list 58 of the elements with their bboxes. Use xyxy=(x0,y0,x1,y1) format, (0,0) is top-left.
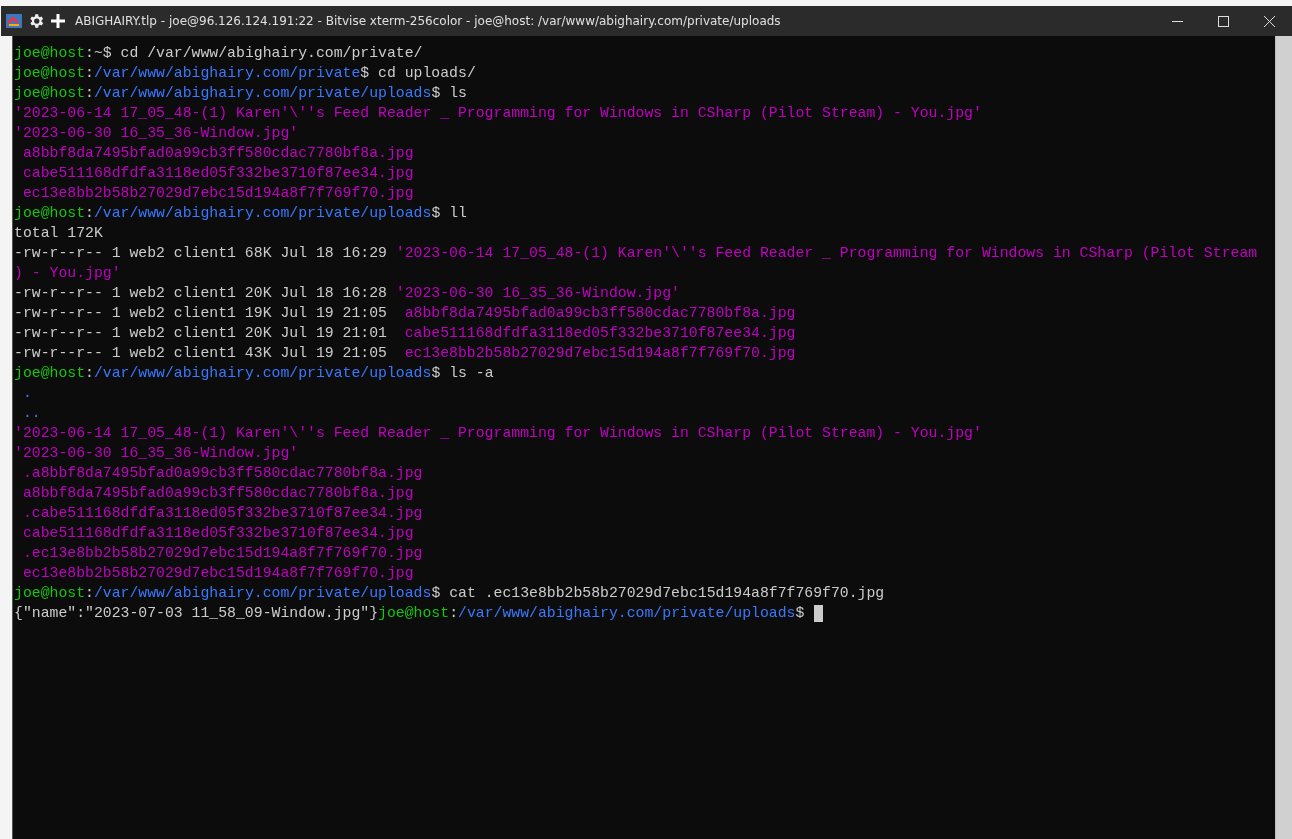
output-text: -rw-r--r-- 1 web2 client1 20K Jul 18 16:28 xyxy=(14,284,388,303)
prompt-path: .. xyxy=(21,404,41,423)
output-text: -rw-r--r-- 1 web2 client1 19K Jul 19 21:05 xyxy=(14,304,388,323)
output-text: : xyxy=(449,604,458,623)
file-name: a8bbf8da7495bfad0a99cb3ff580cdac7780bf8a.jpg xyxy=(21,144,414,163)
output-text: $ ll xyxy=(431,204,467,223)
output-text: :~$ cd /var/www/abighairy.com/private/ xyxy=(85,44,423,63)
output-text: : xyxy=(85,84,94,103)
output-text: {"name":"2023-07-03 11_58_09-Window.jpg"} xyxy=(14,604,379,623)
file-name: cabe511168dfdfa3118ed05f332be3710f87ee34.jpg xyxy=(21,524,414,543)
prompt-user: joe@host xyxy=(14,44,86,63)
file-name: a8bbf8da7495bfad0a99cb3ff580cdac7780bf8a.jpg xyxy=(403,304,796,323)
file-name: '2023-06-30 16_35_36-Window.jpg' xyxy=(14,124,299,143)
prompt-user: joe@host xyxy=(14,364,86,383)
output-text: : xyxy=(85,204,94,223)
prompt-path: /var/www/abighairy.com/private/uploads xyxy=(93,204,432,223)
prompt-path: /var/www/abighairy.com/private xyxy=(93,64,361,83)
file-name: '2023-06-14 17_05_48-(1) Karen'\''s Feed Reader _ Programming for Windows in CSharp (Pilot Stream) - You.jpg' xyxy=(14,424,982,443)
file-name: ec13e8bb2b58b27029d7ebc15d194a8f7f769f70.jpg xyxy=(403,344,796,363)
output-text: -rw-r--r-- 1 web2 client1 20K Jul 19 21:01 xyxy=(14,324,388,343)
file-name: '2023-06-30 16_35_36-Window.jpg' xyxy=(14,444,299,463)
file-name: cabe511168dfdfa3118ed05f332be3710f87ee34.jpg xyxy=(403,324,796,343)
prompt-user: joe@host xyxy=(14,584,86,603)
prompt-path: /var/www/abighairy.com/private/uploads xyxy=(93,584,432,603)
prompt-path: /var/www/abighairy.com/private/uploads xyxy=(93,364,432,383)
output-text: $ ls -a xyxy=(431,364,494,383)
prompt-path: /var/www/abighairy.com/private/uploads xyxy=(458,604,796,623)
file-name: '2023-06-30 16_35_36-Window.jpg' xyxy=(395,284,680,303)
window-title: ABIGHAIRY.tlp - joe@96.126.124.191:22 - Bitvise xterm-256color - joe@host: /var/www/abighairy.com/private/uploads xyxy=(75,14,782,28)
output-text: -rw-r--r-- 1 web2 client1 43K Jul 19 21:05 xyxy=(14,344,388,363)
file-name: a8bbf8da7495bfad0a99cb3ff580cdac7780bf8a.jpg xyxy=(21,484,414,503)
file-name: ec13e8bb2b58b27029d7ebc15d194a8f7f769f70.jpg xyxy=(21,184,414,203)
prompt-user: joe@host xyxy=(378,604,450,623)
output-text: : xyxy=(85,364,94,383)
output-text: -rw-r--r-- 1 web2 client1 68K Jul 18 16:29 xyxy=(14,244,388,263)
file-name: .a8bbf8da7495bfad0a99cb3ff580cdac7780bf8a.jpg xyxy=(21,464,423,483)
file-name: ) - You.jpg' xyxy=(14,264,121,283)
file-name: '2023-06-14 17_05_48-(1) Karen'\''s Feed Reader _ Programming for Windows in CSharp (Pilot Stream) - You.jpg' xyxy=(14,104,982,123)
output-text: $ xyxy=(795,604,806,623)
prompt-user: joe@host xyxy=(14,64,86,83)
prompt-path: . xyxy=(21,384,32,403)
prompt-path: /var/www/abighairy.com/private/uploads xyxy=(93,84,432,103)
prompt-user: joe@host xyxy=(14,204,86,223)
file-name: '2023-06-14 17_05_48-(1) Karen'\''s Feed Reader _ Programming for Windows in CSharp (Pilot Stream xyxy=(395,244,1258,263)
file-name: cabe511168dfdfa3118ed05f332be3710f87ee34.jpg xyxy=(21,164,414,183)
output-text: total 172K xyxy=(14,224,103,243)
output-text: $ ls xyxy=(431,84,467,103)
scrollbar[interactable] xyxy=(1275,36,1292,839)
output-text: $ cat .ec13e8bb2b58b27029d7ebc15d194a8f7f769f70.jpg xyxy=(431,584,885,603)
close-icon[interactable] xyxy=(1263,15,1275,27)
output-text: $ cd uploads/ xyxy=(360,64,476,83)
prompt-user: joe@host xyxy=(14,84,86,103)
output-text: : xyxy=(85,584,94,603)
output-text: : xyxy=(85,64,94,83)
file-name: ec13e8bb2b58b27029d7ebc15d194a8f7f769f70.jpg xyxy=(21,564,414,583)
maximize-icon[interactable] xyxy=(1217,15,1229,27)
file-name: .ec13e8bb2b58b27029d7ebc15d194a8f7f769f70.jpg xyxy=(21,544,423,563)
file-name: .cabe511168dfdfa3118ed05f332be3710f87ee34.jpg xyxy=(21,504,423,523)
